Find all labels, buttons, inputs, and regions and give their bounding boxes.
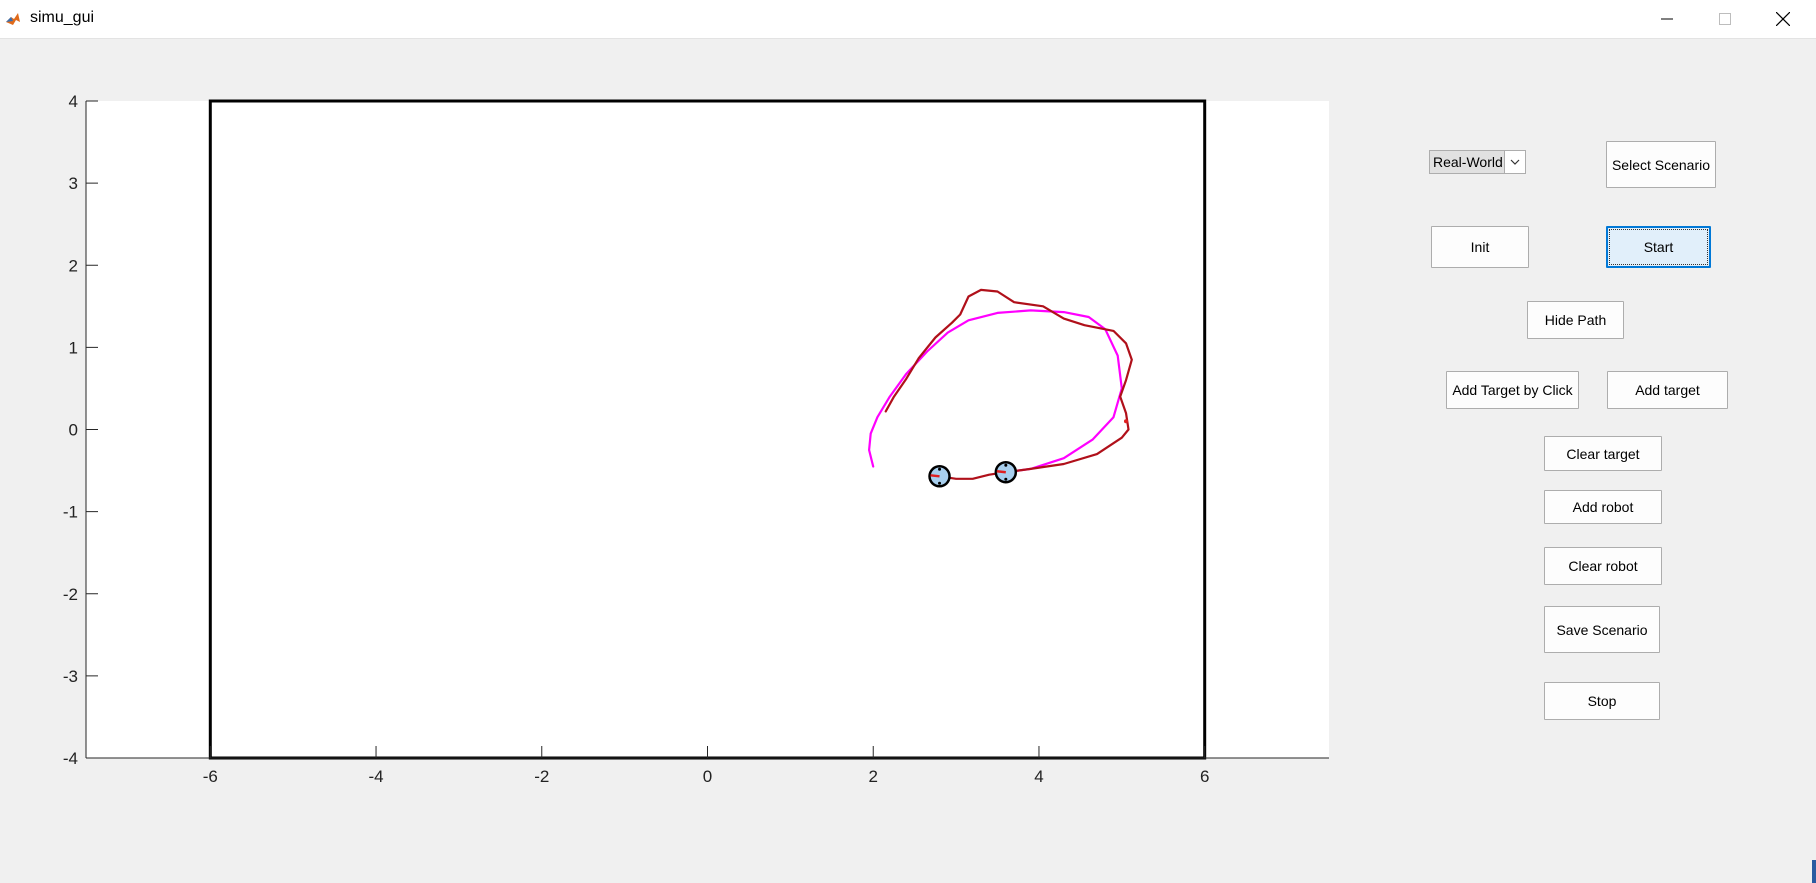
y-tick-label: -2 (63, 585, 78, 604)
y-tick-label: -3 (63, 667, 78, 686)
y-tick-label: -4 (63, 749, 78, 768)
robot-heading (996, 469, 1006, 474)
stop-button[interactable]: Stop (1544, 682, 1660, 720)
init-button[interactable]: Init (1431, 226, 1529, 268)
add-robot-button[interactable]: Add robot (1544, 490, 1662, 524)
start-button[interactable]: Start (1606, 226, 1711, 268)
target-marker-0 (1123, 419, 1128, 424)
add-target-by-click-button[interactable]: Add Target by Click (1446, 371, 1579, 409)
chevron-down-icon (1504, 151, 1525, 173)
axes-background (86, 101, 1329, 758)
minimize-button[interactable] (1638, 0, 1696, 38)
x-tick-label: -2 (534, 767, 549, 786)
robot-wheel (1004, 463, 1008, 467)
select-scenario-button[interactable]: Select Scenario (1606, 141, 1716, 188)
x-tick-label: -4 (368, 767, 383, 786)
clear-target-button[interactable]: Clear target (1544, 436, 1662, 471)
y-tick-label: -1 (63, 503, 78, 522)
maximize-icon (1719, 13, 1731, 25)
x-tick-label: -6 (203, 767, 218, 786)
robot-1 (994, 460, 1018, 484)
robot-heading (930, 474, 940, 478)
y-tick-label: 3 (69, 174, 78, 193)
y-tick-label: 4 (69, 92, 78, 111)
x-tick-label: 2 (868, 767, 877, 786)
window-title: simu_gui (30, 9, 95, 26)
close-button[interactable] (1754, 0, 1812, 38)
simulation-plot[interactable]: -6 -4 -2 0 2 4 6 4 3 2 1 0 -1 -2 -3 -4 (0, 38, 1380, 858)
title-bar: simu_gui (0, 0, 1816, 39)
y-tick-label: 1 (69, 338, 78, 357)
clear-robot-button[interactable]: Clear robot (1544, 547, 1662, 585)
save-scenario-button[interactable]: Save Scenario (1544, 606, 1660, 653)
x-tick-label: 4 (1034, 767, 1043, 786)
add-target-button[interactable]: Add target (1607, 371, 1728, 409)
y-tick-label: 2 (69, 256, 78, 275)
robot-wheel (938, 481, 942, 485)
robot-wheel (1004, 477, 1008, 481)
matlab-icon (4, 10, 22, 28)
x-tick-label: 6 (1200, 767, 1209, 786)
minimize-icon (1661, 18, 1673, 20)
hide-path-button[interactable]: Hide Path (1527, 301, 1624, 339)
y-tick-label: 0 (69, 421, 78, 440)
scenario-type-value: Real-World (1433, 154, 1503, 170)
scenario-type-dropdown[interactable]: Real-World (1429, 150, 1526, 174)
x-tick-label: 0 (703, 767, 712, 786)
window-edge (1812, 860, 1816, 883)
maximize-button[interactable] (1696, 0, 1754, 38)
close-icon (1776, 12, 1790, 26)
robot-wheel (938, 467, 942, 471)
robot-0 (928, 465, 951, 488)
